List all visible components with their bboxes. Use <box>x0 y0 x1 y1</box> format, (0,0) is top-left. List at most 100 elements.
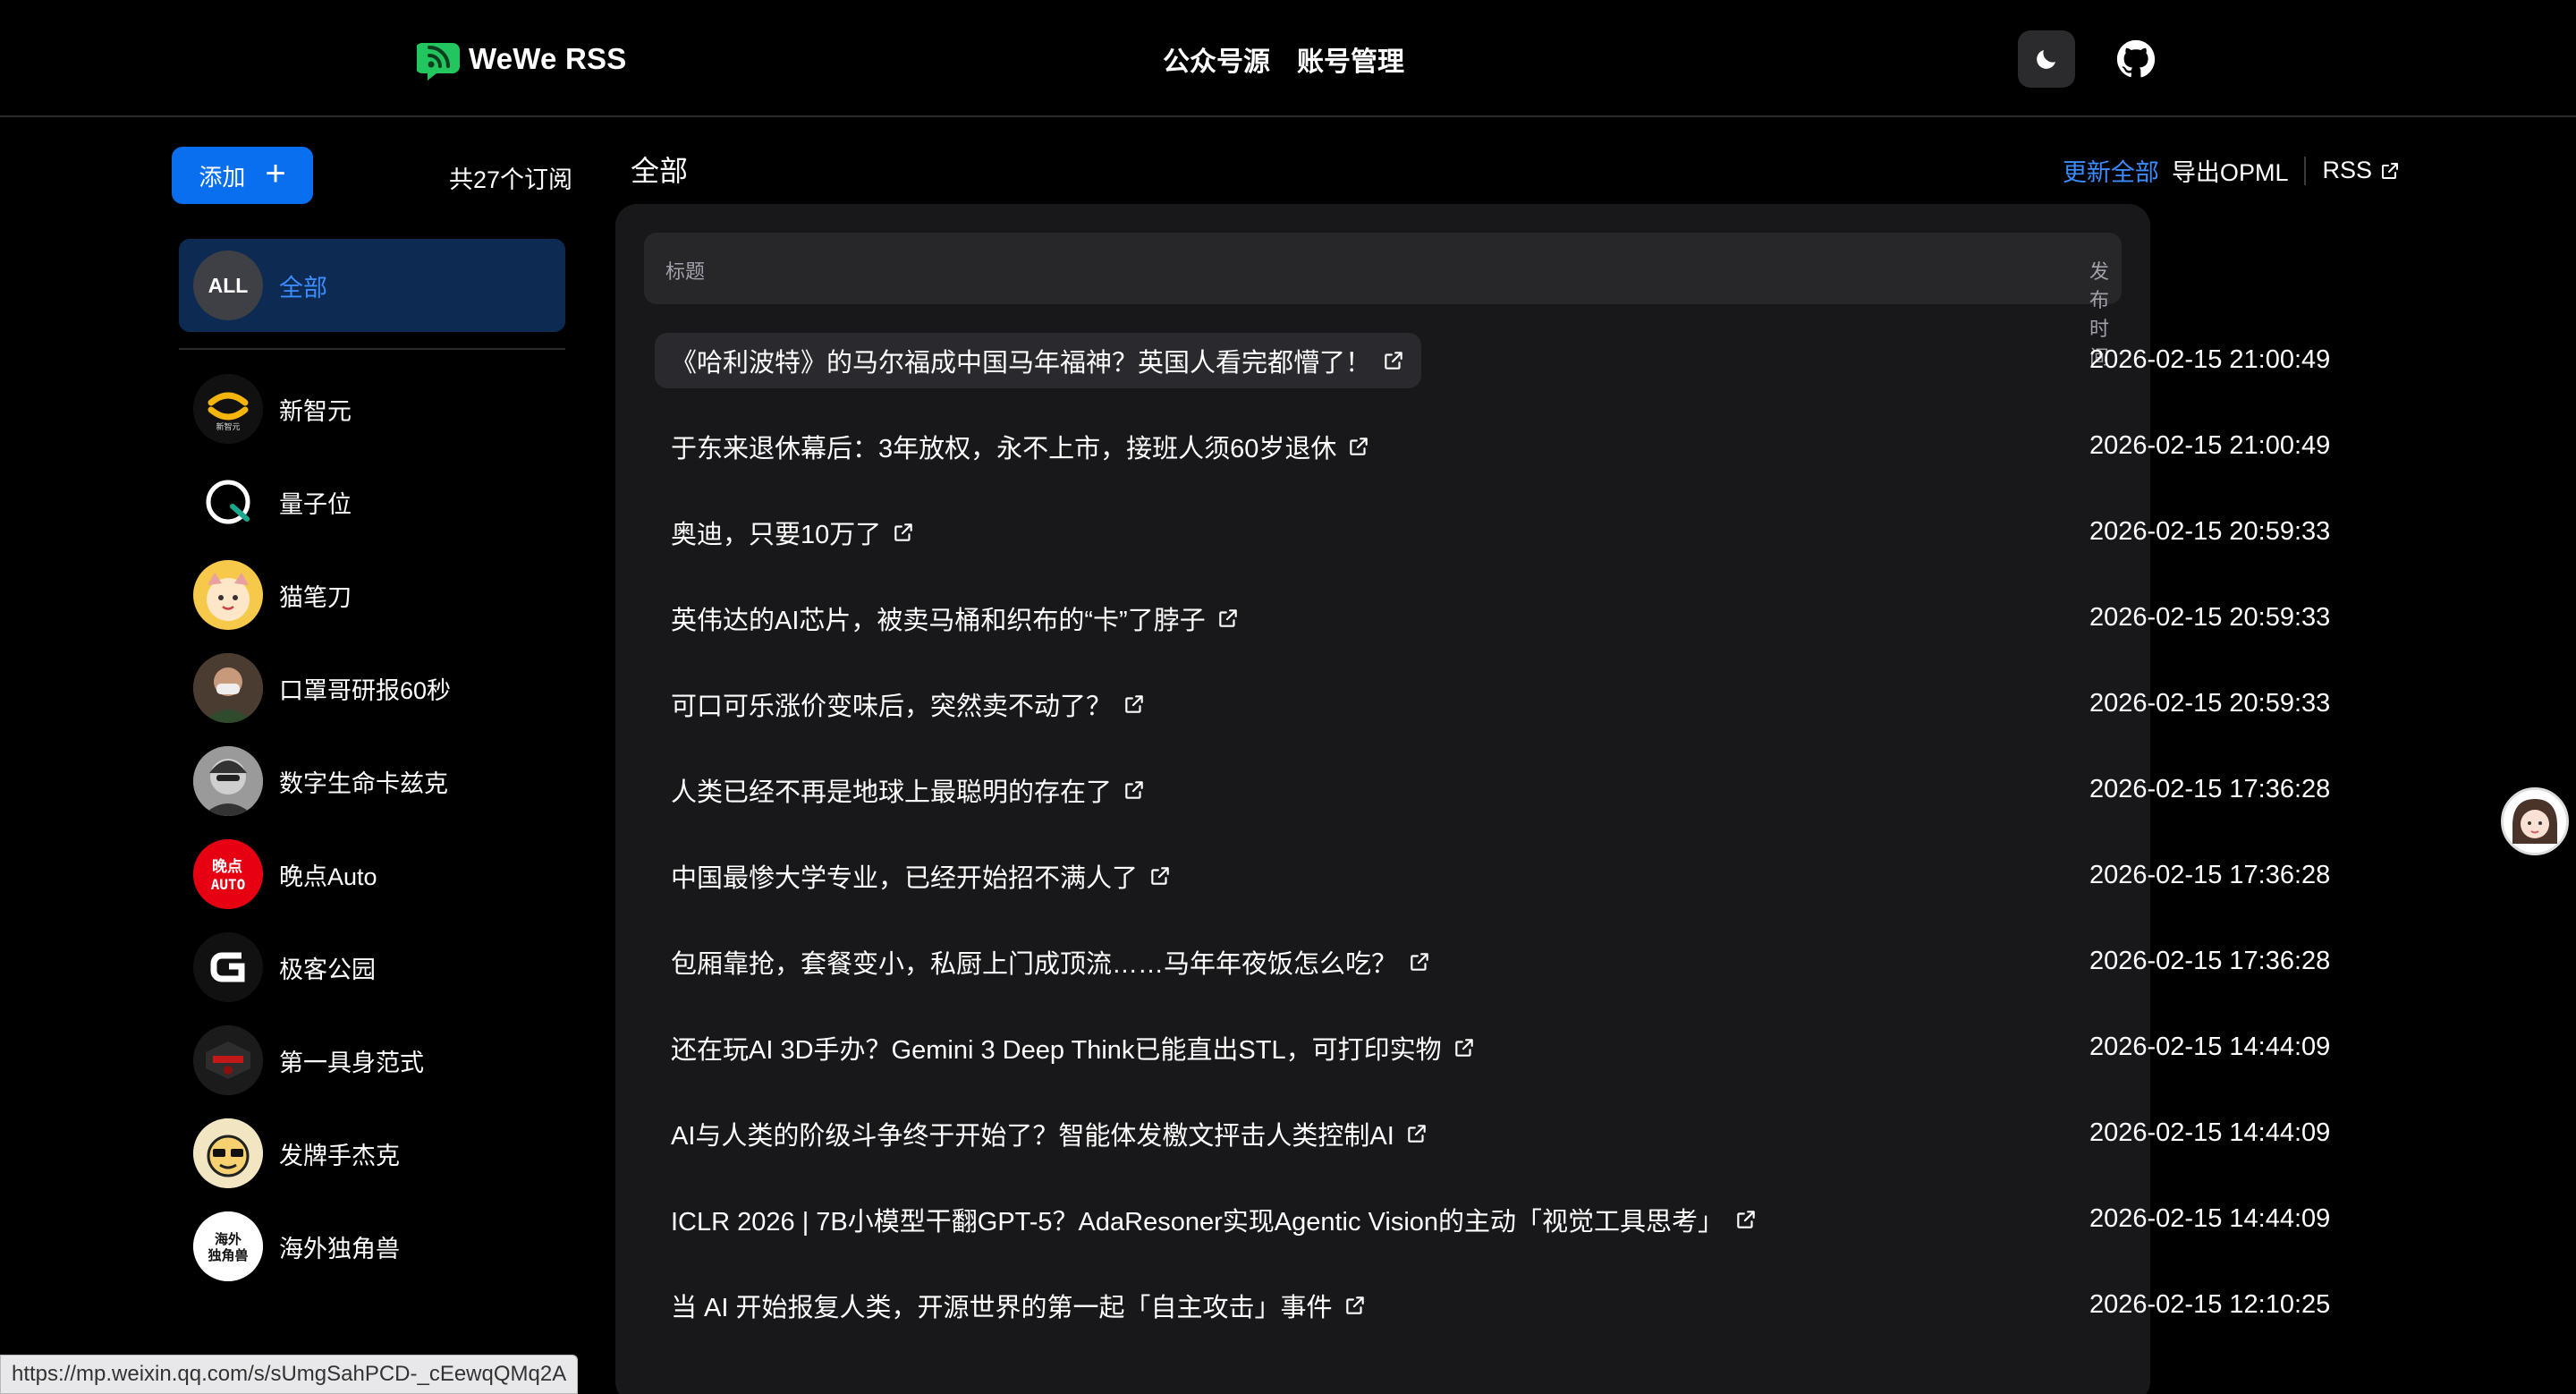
rss-link[interactable]: RSS <box>2322 157 2401 184</box>
floating-assistant-avatar-icon[interactable] <box>2501 787 2569 855</box>
svg-text:新智元: 新智元 <box>216 421 240 432</box>
article-title-link[interactable]: 可口可乐涨价变味后，突然卖不动了？ <box>655 676 1162 732</box>
article-title-link[interactable]: AI与人类的阶级斗争终于开始了？智能体发檄文抨击人类控制AI <box>655 1106 1445 1161</box>
table-row: 当 AI 开始报复人类，开源世界的第一起「自主攻击」事件 2026-02-15 1… <box>644 1265 2330 1351</box>
external-link-icon <box>894 523 913 541</box>
article-title-link[interactable]: 当 AI 开始报复人类，开源世界的第一起「自主攻击」事件 <box>655 1278 1383 1333</box>
add-feed-button[interactable]: 添加 + <box>172 147 313 204</box>
table-row: 中国最惨大学专业，已经开始招不满人了 2026-02-15 17:36:28 <box>644 836 2330 922</box>
column-title: 标题 <box>665 260 706 283</box>
articles-panel: 标题 发布时间 《哈利波特》的马尔福成中国马年福神？英国人看完都懵了！ 2026-… <box>615 204 2330 1394</box>
table-row: 奥迪，只要10万了 2026-02-15 20:59:33 <box>644 492 2330 578</box>
theme-toggle-button[interactable] <box>2018 30 2075 88</box>
external-link-icon <box>2382 162 2398 179</box>
header-actions: 更新全部 导出OPML RSS <box>2063 153 2401 188</box>
article-title: AI与人类的阶级斗争终于开始了？智能体发檄文抨击人类控制AI <box>671 1122 1394 1151</box>
article-title-link[interactable]: 包厢靠抢，套餐变小，私厨上门成顶流……马年年夜饭怎么吃？ <box>655 934 1447 990</box>
article-date: 2026-02-15 17:36:28 <box>2089 861 2331 889</box>
table-header-bar <box>644 233 2122 304</box>
github-link[interactable] <box>2111 34 2161 84</box>
external-link-icon <box>1125 781 1143 799</box>
article-date: 2026-02-15 14:44:09 <box>2089 1033 2331 1061</box>
article-title-link[interactable]: 中国最惨大学专业，已经开始招不满人了 <box>655 848 1188 904</box>
article-title-link[interactable]: 于东来退休幕后：3年放权，永不上市，接班人须60岁退休 <box>655 419 1386 474</box>
sidebar-item-label: 极客公园 <box>279 956 376 983</box>
sidebar-item-label: 猫笔刀 <box>279 583 352 611</box>
article-title-link[interactable]: 奥迪，只要10万了 <box>655 505 931 560</box>
article-date: 2026-02-15 12:10:25 <box>2089 1290 2331 1319</box>
sidebar-item-maobidao[interactable]: 猫笔刀 <box>179 548 565 642</box>
sidebar-item-geekpark[interactable]: 极客公园 <box>179 921 565 1014</box>
external-link-icon <box>1350 438 1368 455</box>
article-date: 2026-02-15 14:44:09 <box>2089 1204 2331 1233</box>
top-header: WeWe RSS 公众号源 账号管理 <box>0 0 2576 117</box>
maobidao-avatar-icon <box>193 560 263 630</box>
sidebar-divider <box>179 348 565 350</box>
wewe-rss-logo-icon <box>417 43 460 81</box>
article-title: 包厢靠抢，套餐变小，私厨上门成顶流……马年年夜饭怎么吃？ <box>671 950 1398 979</box>
svg-text:AUTO: AUTO <box>211 876 246 893</box>
article-date: 2026-02-15 21:00:49 <box>2089 431 2331 460</box>
article-title-link[interactable]: ICLR 2026 | 7B小模型干翻GPT-5？AdaResoner实现Age… <box>655 1192 1774 1247</box>
article-title-link[interactable]: 英伟达的AI芯片，被卖马桶和织布的“卡”了脖子 <box>655 591 1256 646</box>
table-row: 还在玩AI 3D手办？Gemini 3 Deep Think已能直出STL，可打… <box>644 1007 2330 1093</box>
sidebar: 添加 + 共27个订阅 ALL 全部 新智元 新智元 量子位 猫笔刀 口罩哥研报… <box>170 117 578 1394</box>
rss-label: RSS <box>2322 157 2372 183</box>
liangziwei-logo-icon <box>193 467 263 537</box>
sidebar-item-fapaishou[interactable]: 发牌手杰克 <box>179 1107 565 1200</box>
external-link-icon <box>1218 609 1237 627</box>
article-title: 于东来退休幕后：3年放权，永不上市，接班人须60岁退休 <box>671 435 1337 463</box>
article-date: 2026-02-15 17:36:28 <box>2089 947 2331 975</box>
wandian-auto-logo-icon: 晚点 AUTO <box>193 839 263 909</box>
page-title: 全部 <box>631 155 689 187</box>
sidebar-item-label: 口罩哥研报60秒 <box>279 676 452 704</box>
sidebar-item-haiwai-dujiaoshou[interactable]: 海外 独角兽 海外独角兽 <box>179 1200 565 1293</box>
brand-name: WeWe RSS <box>469 42 627 75</box>
article-title-link[interactable]: 人类已经不再是地球上最聪明的存在了 <box>655 762 1162 818</box>
external-link-icon <box>1408 1125 1426 1143</box>
sidebar-item-all[interactable]: ALL 全部 <box>179 239 565 332</box>
article-title: 中国最惨大学专业，已经开始招不满人了 <box>671 864 1139 893</box>
article-rows: 《哈利波特》的马尔福成中国马年福神？英国人看完都懵了！ 2026-02-15 21… <box>644 320 2330 1351</box>
geekpark-logo-icon <box>193 932 263 1002</box>
kazike-avatar-icon <box>193 746 263 816</box>
article-title: ICLR 2026 | 7B小模型干翻GPT-5？AdaResoner实现Age… <box>671 1208 1724 1237</box>
external-link-icon <box>1151 867 1169 885</box>
sidebar-item-diyijushen[interactable]: 第一具身范式 <box>179 1014 565 1107</box>
article-title: 还在玩AI 3D手办？Gemini 3 Deep Think已能直出STL，可打… <box>671 1036 1442 1065</box>
sidebar-item-label: 晚点Auto <box>279 863 377 890</box>
nav-accounts[interactable]: 账号管理 <box>1297 39 1404 79</box>
article-title-link[interactable]: 《哈利波特》的马尔福成中国马年福神？英国人看完都懵了！ <box>655 333 1422 388</box>
article-title-link[interactable]: 还在玩AI 3D手办？Gemini 3 Deep Think已能直出STL，可打… <box>655 1020 1492 1075</box>
sidebar-item-label: 全部 <box>279 274 327 302</box>
sidebar-item-wandian-auto[interactable]: 晚点 AUTO 晚点Auto <box>179 828 565 921</box>
moon-icon <box>2037 50 2055 69</box>
article-title: 当 AI 开始报复人类，开源世界的第一起「自主攻击」事件 <box>671 1294 1333 1322</box>
sidebar-item-label: 海外独角兽 <box>279 1235 400 1262</box>
sidebar-item-xinzhiyuan[interactable]: 新智元 新智元 <box>179 362 565 455</box>
external-link-icon <box>1454 1039 1473 1057</box>
nav-feeds[interactable]: 公众号源 <box>1163 39 1270 79</box>
diyijushen-avatar-icon <box>193 1025 263 1095</box>
table-row: 英伟达的AI芯片，被卖马桶和织布的“卡”了脖子 2026-02-15 20:59:… <box>644 578 2330 664</box>
table-row: ICLR 2026 | 7B小模型干翻GPT-5？AdaResoner实现Age… <box>644 1179 2330 1265</box>
xinzhiyuan-logo-icon: 新智元 <box>193 374 263 444</box>
sidebar-item-label: 数字生命卡兹克 <box>279 769 448 797</box>
svg-text:海外: 海外 <box>215 1231 242 1247</box>
status-bar-url: https://mp.weixin.qq.com/s/sUmgSahPCD-_c… <box>0 1355 579 1394</box>
kouzhaoge-avatar-icon <box>193 653 263 723</box>
brand[interactable]: WeWe RSS <box>417 36 626 82</box>
subscription-count: 共27个订阅 <box>449 166 573 193</box>
export-opml-button[interactable]: 导出OPML <box>2172 153 2289 188</box>
svg-text:独角兽: 独角兽 <box>208 1247 248 1263</box>
table-row: 人类已经不再是地球上最聪明的存在了 2026-02-15 17:36:28 <box>644 750 2330 836</box>
sidebar-item-kazike[interactable]: 数字生命卡兹克 <box>179 735 565 828</box>
table-row: 包厢靠抢，套餐变小，私厨上门成顶流……马年年夜饭怎么吃？ 2026-02-15 1… <box>644 922 2330 1007</box>
svg-text:晚点: 晚点 <box>212 857 242 876</box>
external-link-icon <box>1737 1211 1755 1228</box>
article-date: 2026-02-15 21:00:49 <box>2089 345 2331 374</box>
sidebar-item-kouzhaoge[interactable]: 口罩哥研报60秒 <box>179 642 565 735</box>
sidebar-item-liangziwei[interactable]: 量子位 <box>179 455 565 548</box>
table-row: AI与人类的阶级斗争终于开始了？智能体发檄文抨击人类控制AI 2026-02-15… <box>644 1093 2330 1179</box>
update-all-button[interactable]: 更新全部 <box>2063 153 2159 188</box>
